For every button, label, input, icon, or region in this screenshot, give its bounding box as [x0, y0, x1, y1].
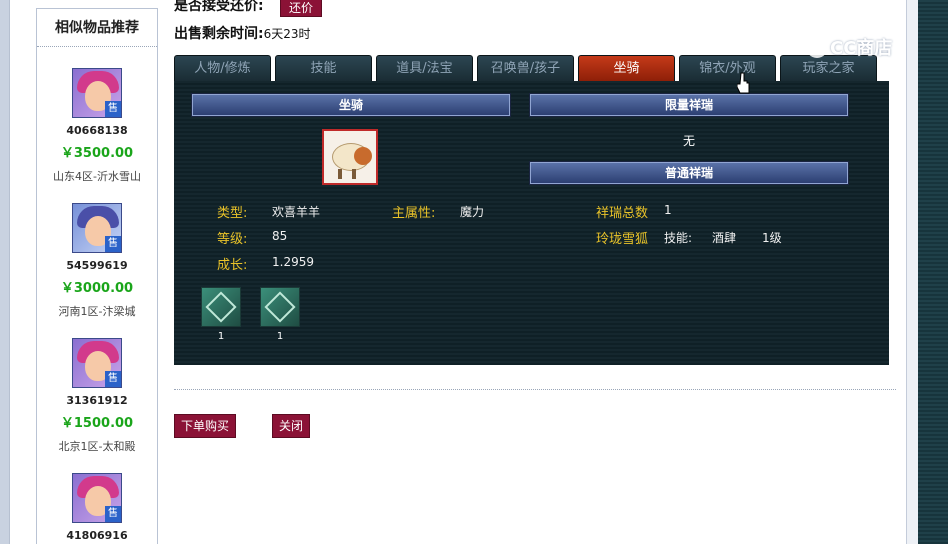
main-attr-value: 魔力: [460, 205, 485, 219]
item-id: 40668138: [66, 124, 128, 137]
normal-xiangrui-header: 普通祥瑞: [529, 161, 849, 185]
avatar[interactable]: 售: [72, 338, 122, 388]
similar-items-panel: 相似物品推荐 售 40668138 ￥3500.00 山东4区-沂水雪山 售 5…: [36, 8, 158, 544]
tab-skills[interactable]: 技能: [275, 55, 372, 81]
accept-counter-label: 是否接受还价:: [174, 0, 264, 14]
item-id: 41806916: [66, 529, 128, 542]
fox-skill-label: 技能:: [664, 231, 693, 245]
level-label: 等级:: [217, 232, 248, 247]
time-left-row: 出售剩余时间:6天23时: [174, 23, 311, 43]
tab-character[interactable]: 人物/修炼: [174, 55, 271, 81]
main-attr-label: 主属性:: [392, 206, 436, 221]
xiangrui-total-label: 祥瑞总数: [596, 206, 649, 221]
page-content: 相似物品推荐 售 40668138 ￥3500.00 山东4区-沂水雪山 售 5…: [10, 0, 906, 544]
divider: [174, 389, 896, 390]
mount-image[interactable]: [322, 129, 378, 185]
left-rail: [0, 0, 10, 544]
limited-xiangrui-value: 无: [682, 134, 695, 148]
type-value: 欢喜羊羊: [272, 205, 321, 219]
close-button[interactable]: 关闭: [272, 414, 311, 438]
right-gutter: [906, 0, 918, 544]
tab-pets[interactable]: 召唤兽/孩子: [477, 55, 574, 81]
sell-badge: 售: [105, 101, 121, 117]
type-label: 类型:: [217, 206, 248, 221]
sell-badge: 售: [105, 371, 121, 387]
tab-mount[interactable]: 坐骑: [578, 55, 675, 81]
time-left-value: 6天23时: [263, 27, 311, 41]
item-id: 54599619: [66, 259, 128, 272]
skill-count: 1: [276, 331, 284, 342]
buy-button[interactable]: 下单购买: [174, 414, 237, 438]
limited-xiangrui-header: 限量祥瑞: [529, 93, 849, 117]
growth-label: 成长:: [217, 258, 248, 273]
tab-appearance[interactable]: 锦衣/外观: [679, 55, 776, 81]
mount-skill-heart-icon[interactable]: [260, 287, 300, 327]
sell-badge: 售: [105, 236, 121, 252]
watermark: CC商店: [806, 34, 892, 60]
item-price: ￥3500.00: [60, 146, 134, 161]
item-server: 河南1区-汴梁城: [58, 305, 136, 318]
fox-skill-name: 酒肆: [712, 231, 737, 245]
xiangrui-total-value: 1: [664, 203, 672, 217]
fox-skill-level: 1级: [762, 231, 782, 245]
avatar[interactable]: 售: [72, 68, 122, 118]
time-left-label: 出售剩余时间:: [174, 26, 264, 42]
accept-counter-row: 是否接受还价:: [174, 0, 264, 15]
tab-items[interactable]: 道具/法宝: [376, 55, 473, 81]
item-server: 北京1区-太和殿: [58, 440, 136, 453]
avatar[interactable]: 售: [72, 203, 122, 253]
right-rail: [918, 0, 948, 544]
mount-panel: 坐骑 限量祥瑞 无 普通祥瑞 类型: 欢喜羊羊 主属性: 魔力 等级: 85 成…: [174, 81, 889, 365]
fox-label: 玲珑雪狐: [596, 232, 649, 247]
skill-count: 1: [217, 331, 225, 342]
hand-cursor-icon: [737, 72, 750, 94]
item-price: ￥1500.00: [60, 416, 134, 431]
similar-items-title: 相似物品推荐: [37, 9, 157, 47]
mount-header: 坐骑: [191, 93, 511, 117]
item-server: 山东4区-沂水雪山: [53, 170, 141, 183]
growth-value: 1.2959: [272, 255, 314, 269]
counter-offer-button[interactable]: 还价: [280, 0, 323, 17]
item-price: ￥3000.00: [60, 281, 134, 296]
avatar[interactable]: 售: [72, 473, 122, 523]
mount-skill-icon[interactable]: [201, 287, 241, 327]
level-value: 85: [272, 229, 288, 243]
sell-badge: 售: [105, 506, 121, 522]
item-id: 31361912: [66, 394, 128, 407]
watermark-logo-icon: [806, 36, 828, 58]
